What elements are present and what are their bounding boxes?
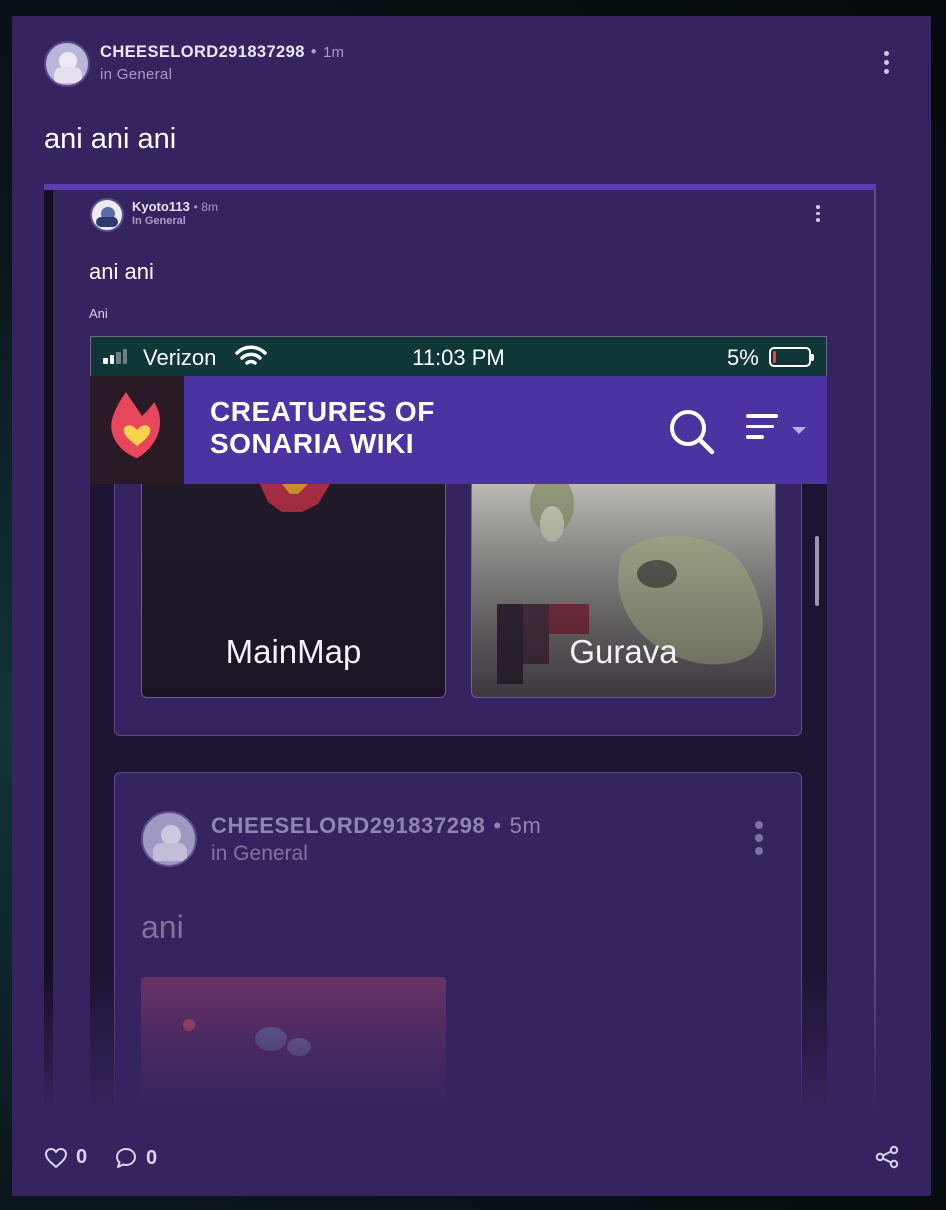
phone-clock: 11:03 PM <box>412 345 505 370</box>
heart-icon <box>45 1147 67 1168</box>
tile-label: MainMap <box>225 633 362 670</box>
separator-dot: • <box>310 43 317 61</box>
embedded-separator: • <box>193 200 198 214</box>
comment-button[interactable]: 0 <box>114 1146 157 1170</box>
embedded-community: In General <box>132 215 186 227</box>
nested-community: in General <box>211 842 308 865</box>
nested-author-name: CHEESELORD291837298 <box>211 813 486 838</box>
embedded-screenshot[interactable]: Kyoto113 • 8m In General ani ani Ani Ver… <box>44 184 876 1114</box>
nested-separator: • <box>493 813 502 838</box>
chevron-down-icon <box>792 427 806 434</box>
embedded-author-avatar <box>90 198 124 232</box>
nested-author-avatar <box>141 811 197 867</box>
share-icon <box>875 1145 899 1169</box>
post-title: ani ani ani <box>44 123 177 155</box>
embedded-more-icon <box>815 205 821 225</box>
post-author: CHEESELORD291837298 • 1m <box>100 43 344 62</box>
comment-count: 0 <box>146 1146 158 1169</box>
wiki-title-line-1: CREATURES OF <box>210 396 435 427</box>
wiki-header: CREATURES OF SONARIA WIKI <box>90 376 827 484</box>
tile-label: Gurava <box>569 633 678 670</box>
nested-more-icon <box>755 821 763 860</box>
author-avatar[interactable] <box>44 41 90 87</box>
author-name[interactable]: CHEESELORD291837298 <box>100 43 305 61</box>
post-card: CHEESELORD291837298 • 1m in General ani an… <box>12 16 931 1196</box>
scroll-indicator <box>815 536 819 606</box>
wiki-title-line-2: SONARIA WIKI <box>210 428 415 459</box>
fandom-flame-logo <box>90 376 184 484</box>
more-options-button[interactable] <box>878 51 894 79</box>
nested-time: 5m <box>509 813 542 838</box>
embedded-author-name: Kyoto113 <box>132 199 190 214</box>
menu-icon <box>746 414 778 446</box>
wiki-title: CREATURES OF SONARIA WIKI <box>210 396 435 460</box>
post-time: 1m <box>322 44 345 61</box>
map-tile: Gurava <box>471 484 776 698</box>
embedded-time: 8m <box>201 200 218 214</box>
like-button[interactable]: 0 <box>44 1146 87 1169</box>
nested-title: ani <box>141 909 184 945</box>
more-vertical-icon <box>883 51 889 56</box>
phone-status-bar: Verizon 11:03 PM 5% <box>90 336 827 376</box>
like-count: 0 <box>76 1146 88 1168</box>
post-community[interactable]: in General <box>100 66 172 83</box>
search-icon <box>670 410 715 455</box>
comment-icon <box>116 1148 136 1168</box>
embedded-title: ani ani <box>89 259 154 284</box>
map-tile: MainMap <box>141 484 446 698</box>
share-button[interactable] <box>874 1144 900 1175</box>
nested-author: CHEESELORD291837298 • 5m <box>211 813 541 839</box>
embedded-author: Kyoto113 • 8m <box>132 199 218 214</box>
embedded-body: Ani <box>89 306 108 321</box>
map-gallery: MainMap Gurava <box>114 484 802 736</box>
battery-percent: 5% <box>727 345 759 370</box>
battery-icon <box>769 347 814 367</box>
